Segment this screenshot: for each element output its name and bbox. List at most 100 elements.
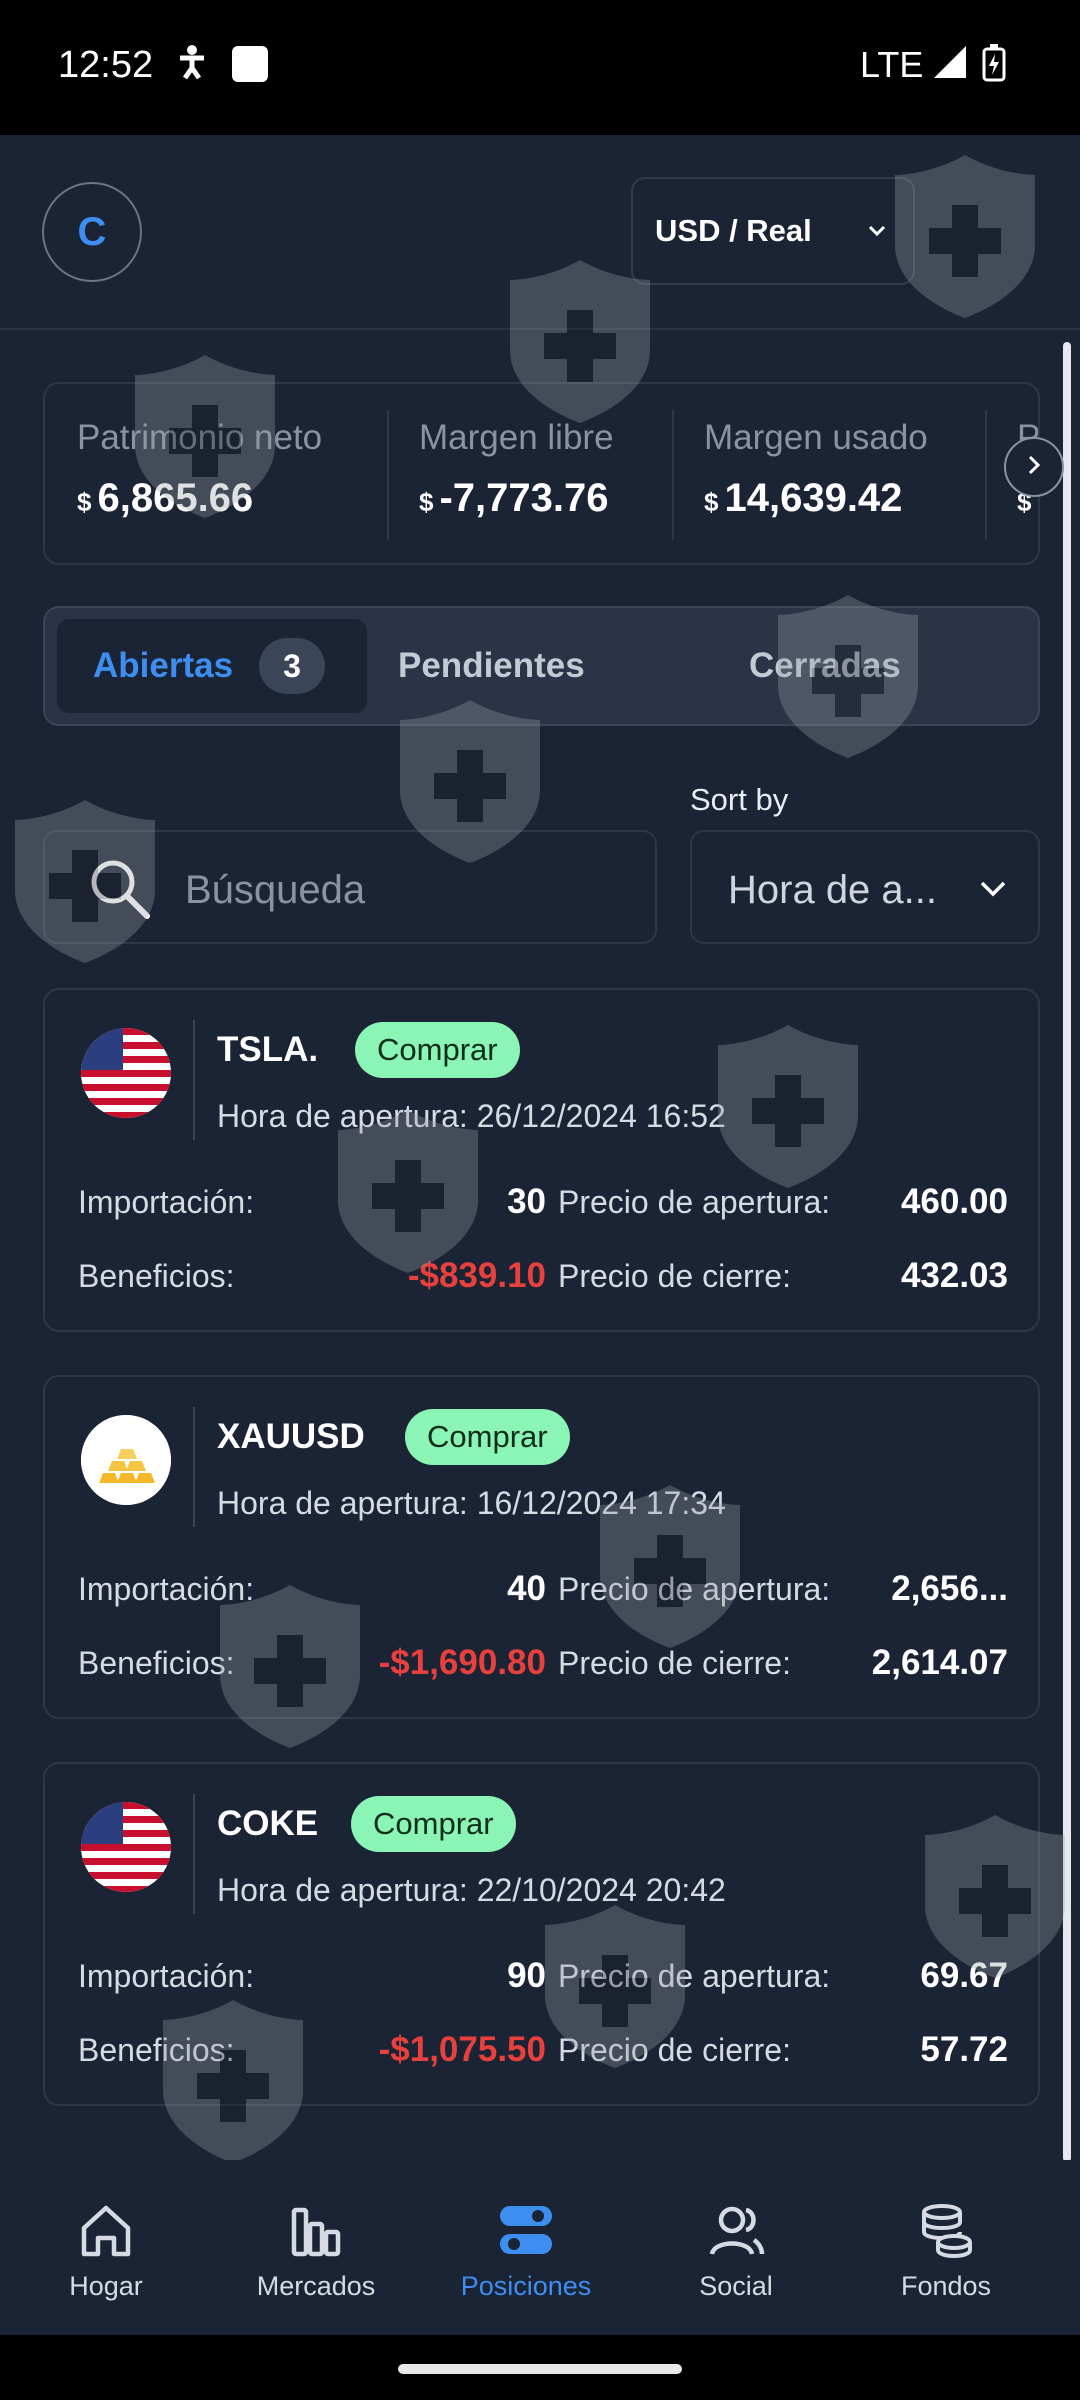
import-label: Importación: [78,1571,255,1607]
metric-value: 6,865.66 [97,476,254,520]
metric-value: 14,639.42 [724,476,903,520]
search-input[interactable]: Búsqueda [43,830,657,944]
position-card[interactable]: XAUUSD Comprar Hora de apertura: 16/12/2… [43,1375,1040,1719]
metric-divider [672,410,674,540]
side-badge: Comprar [351,1796,516,1852]
open-price-value: 69.67 [920,1956,1008,1995]
home-icon [6,2200,206,2265]
profit-value: -$1,690.80 [378,1643,546,1682]
battery-icon [982,44,1006,91]
close-price-label: Precio de cierre: [558,2032,791,2068]
chevron-right-icon [1022,453,1046,482]
open-time: Hora de apertura: 22/10/2024 20:42 [217,1872,726,1908]
positions-icon [426,2200,626,2265]
nav-funds[interactable]: Fondos [846,2200,1046,2302]
scrollbar[interactable] [1063,342,1071,2162]
signal-icon [932,44,968,89]
nav-label: Hogar [69,2271,143,2301]
metric-currency: $ [704,487,719,517]
social-icon [636,2200,836,2265]
account-type-value: USD / Real [655,213,812,248]
nav-markets[interactable]: Mercados [216,2200,416,2302]
profit-value: -$1,075.50 [378,2030,546,2069]
nav-label: Social [699,2271,773,2301]
tab-open[interactable]: Abiertas 3 [57,619,367,713]
markets-icon [216,2200,416,2265]
metric-label: Patrimonio neto [77,418,323,457]
position-symbol: COKE [217,1804,319,1843]
card-divider [193,1407,195,1527]
tab-label: Abiertas [93,646,234,685]
nav-label: Fondos [900,2271,992,2301]
sort-select[interactable]: Hora de a... [690,830,1040,944]
nav-label: Posiciones [460,2271,592,2301]
tab-label: Cerradas [749,646,901,685]
position-card[interactable]: TSLA. Comprar Hora de apertura: 26/12/20… [43,988,1040,1332]
open-price-label: Precio de apertura: [558,1184,831,1220]
position-symbol: TSLA. [217,1030,319,1069]
profit-value: -$839.10 [407,1256,546,1295]
home-gesture-handle[interactable] [398,2364,682,2374]
search-placeholder: Búsqueda [185,868,366,912]
status-time: 12:52 [58,44,154,86]
profit-label: Beneficios: [78,1645,235,1681]
metric-label: Margen usado [704,418,928,457]
close-price-value: 57.72 [920,2030,1008,2069]
open-price-label: Precio de apertura: [558,1571,831,1607]
position-symbol: XAUUSD [217,1417,365,1456]
open-time: Hora de apertura: 26/12/2024 16:52 [217,1098,726,1134]
us-flag-icon [81,1802,171,1892]
account-type-select[interactable]: USD / Real [631,177,915,285]
card-divider [193,1020,195,1140]
network-type: LTE [860,44,924,85]
metric-value: -7,773.76 [439,476,609,520]
import-value: 90 [507,1956,546,1995]
open-time: Hora de apertura: 16/12/2024 17:34 [217,1485,726,1521]
tab-pending[interactable]: Pendientes [398,619,585,713]
notification-square-icon [230,44,270,93]
side-badge: Comprar [405,1409,570,1465]
accessibility-icon [175,44,209,89]
gold-bars-icon [81,1415,171,1505]
account-metrics: Patrimonio neto $6,865.66 Margen libre $… [43,382,1040,565]
metric-divider [387,410,389,540]
metric-label: Margen libre [419,418,614,457]
funds-icon [846,2200,1046,2265]
nav-positions[interactable]: Posiciones [426,2200,626,2302]
chevron-down-icon [865,215,889,251]
profit-label: Beneficios: [78,1258,235,1294]
metric-currency: $ [77,487,92,517]
import-value: 40 [507,1569,546,1608]
side-badge: Comprar [355,1022,520,1078]
metrics-next-button[interactable] [1004,437,1064,497]
import-value: 30 [507,1182,546,1221]
card-divider [193,1794,195,1914]
open-count-badge: 3 [259,638,326,694]
import-label: Importación: [78,1958,255,1994]
sort-label: Sort by [690,782,789,817]
metric-currency: $ [419,487,434,517]
metric-divider [985,410,987,540]
close-price-label: Precio de cierre: [558,1258,791,1294]
nav-home[interactable]: Hogar [6,2200,206,2302]
nav-label: Mercados [256,2271,376,2301]
close-price-value: 432.03 [900,1256,1008,1295]
us-flag-icon [81,1028,171,1118]
app-header: C USD / Real [0,135,1080,330]
position-card[interactable]: COKE Comprar Hora de apertura: 22/10/202… [43,1762,1040,2106]
close-price-value: 2,614.07 [871,1643,1008,1682]
bottom-navigation: Hogar Mercados Posiciones Social Fondos [0,2160,1080,2335]
import-label: Importación: [78,1184,255,1220]
positions-tabs: Abiertas 3 Pendientes Cerradas [43,606,1040,726]
chevron-down-icon [978,874,1008,909]
status-bar: 12:52 LTE [0,0,1080,135]
close-price-label: Precio de cierre: [558,1645,791,1681]
tab-closed[interactable]: Cerradas [749,619,901,713]
sort-value: Hora de a... [728,868,938,912]
open-price-value: 460.00 [900,1182,1008,1221]
search-icon [87,856,153,927]
open-price-value: 2,656... [891,1569,1008,1608]
avatar[interactable]: C [42,182,142,282]
nav-social[interactable]: Social [636,2200,836,2302]
tab-label: Pendientes [398,646,585,685]
